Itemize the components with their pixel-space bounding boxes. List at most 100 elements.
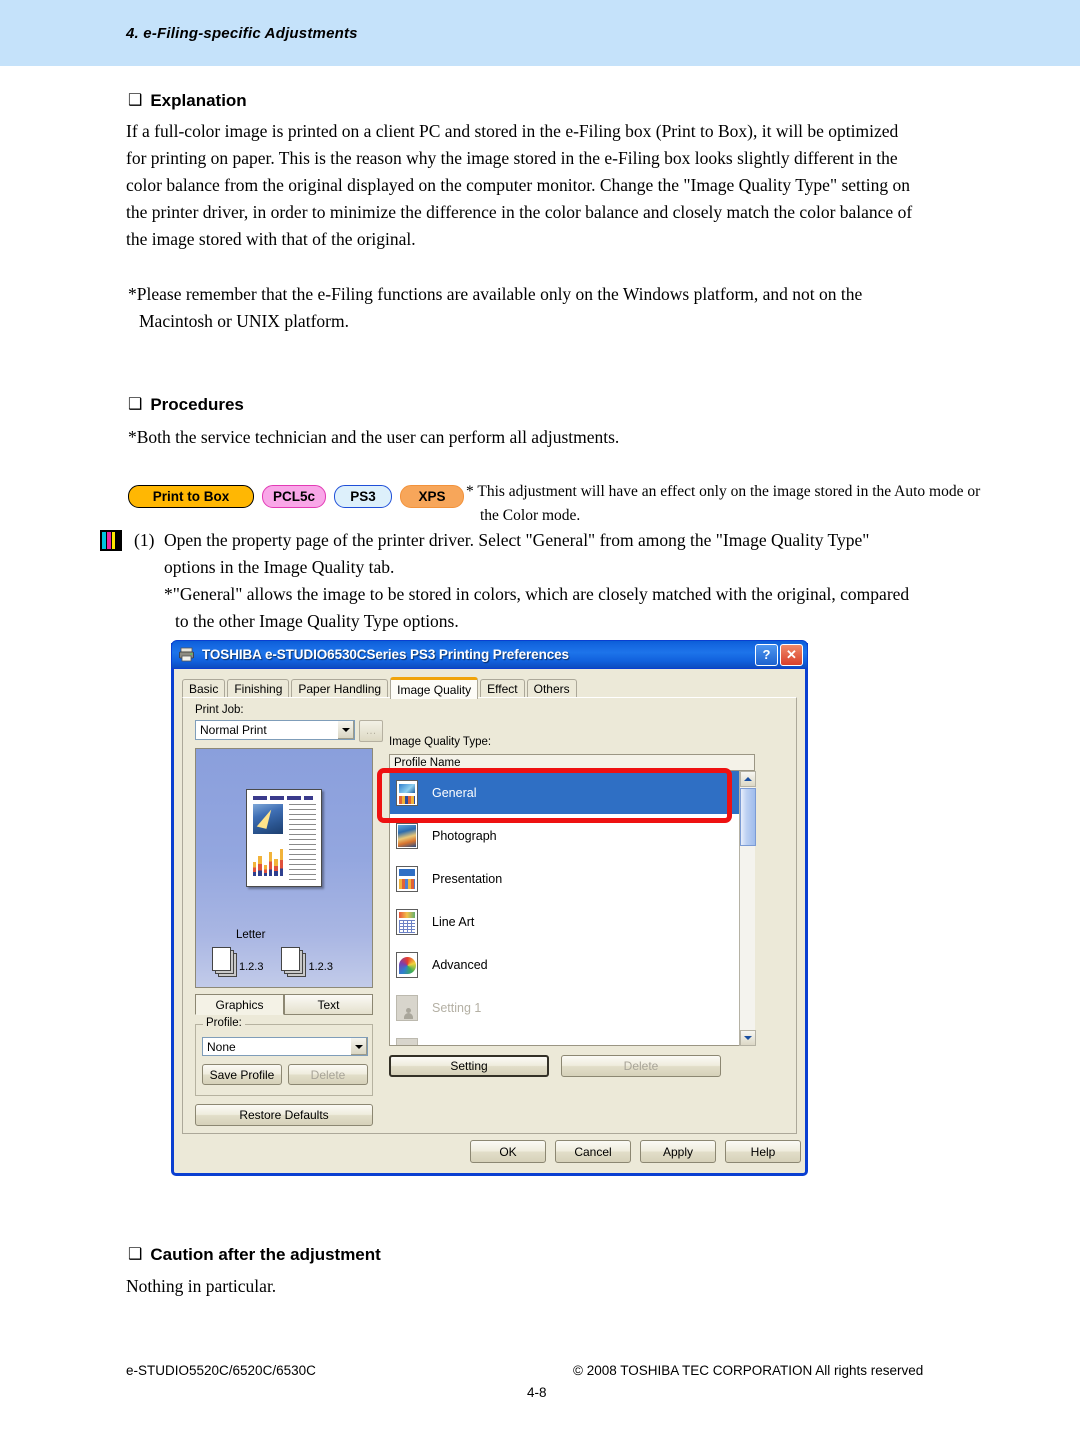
step-line-1: Open the property page of the printer dr… <box>164 530 870 550</box>
chevron-down-icon[interactable] <box>337 721 354 739</box>
explanation-heading: ❑ Explanation <box>128 90 247 111</box>
delete-setting-button: Delete <box>561 1055 721 1077</box>
cancel-button[interactable]: Cancel <box>555 1140 631 1163</box>
explanation-line-5: the image stored with that of the origin… <box>126 229 416 249</box>
explanation-paragraph: If a full-color image is printed on a cl… <box>126 118 966 253</box>
photograph-profile-icon <box>396 822 418 849</box>
footer-right: © 2008 TOSHIBA TEC CORPORATION All right… <box>573 1363 924 1378</box>
dialog-title: TOSHIBA e-STUDIO6530CSeries PS3 Printing… <box>202 647 569 662</box>
explanation-line-3: color balance from the original displaye… <box>126 175 910 195</box>
list-item-label: Photograph <box>432 828 497 843</box>
dialog-titlebar: TOSHIBA e-STUDIO6530CSeries PS3 Printing… <box>171 640 808 669</box>
page-header-band: 4. e-Filing-specific Adjustments <box>0 0 1080 66</box>
tab-paper-handling[interactable]: Paper Handling <box>291 679 389 698</box>
sheet-stack-icon: 1.2.3 <box>212 947 263 973</box>
print-job-options-button[interactable]: … <box>359 720 383 742</box>
step-line-2: options in the Image Quality tab. <box>164 557 395 577</box>
print-job-select[interactable]: Normal Print <box>195 720 355 740</box>
bullet-square-icon: ❑ <box>128 394 143 413</box>
explanation-line-2: for printing on paper. This is the reaso… <box>126 148 898 168</box>
applicability-badge-row: Print to Box PCL5c PS3 XPS <box>128 485 464 508</box>
badge-print-to-box: Print to Box <box>128 485 254 508</box>
caution-heading: ❑ Caution after the adjustment <box>128 1244 381 1265</box>
step-note-line-1: *"General" allows the image to be stored… <box>164 584 910 604</box>
close-icon[interactable]: ✕ <box>780 643 803 666</box>
caution-heading-label: Caution after the adjustment <box>150 1245 381 1264</box>
profile-groupbox: Profile: None Save Profile Delete <box>195 1017 373 1096</box>
list-scrollbar[interactable] <box>739 771 756 1046</box>
list-item-label: Line Art <box>432 914 475 929</box>
step-note: *"General" allows the image to be stored… <box>164 581 974 635</box>
cmyk-color-bar-icon <box>100 530 122 551</box>
graphics-text-toggle: Graphics Text <box>195 994 373 1015</box>
list-item-label: General <box>432 785 477 800</box>
help-text-button[interactable]: Help <box>725 1140 801 1163</box>
explanation-line-4: the printer driver, in order to minimize… <box>126 202 913 222</box>
list-item-setting-2: Setting 2 <box>390 1029 754 1046</box>
help-button[interactable]: ? <box>755 643 778 666</box>
list-item-presentation[interactable]: Presentation <box>390 857 754 900</box>
explanation-note: *Please remember that the e-Filing funct… <box>128 281 968 335</box>
list-item-photograph[interactable]: Photograph <box>390 814 754 857</box>
print-job-label: Print Job: <box>195 704 244 716</box>
list-item-advanced[interactable]: Advanced <box>390 943 754 986</box>
print-job-value: Normal Print <box>200 723 267 737</box>
scroll-up-icon[interactable] <box>740 771 756 787</box>
tab-effect[interactable]: Effect <box>480 679 525 698</box>
procedures-note-line: *Both the service technician and the use… <box>128 427 620 447</box>
list-item-setting-1: Setting 1 <box>390 986 754 1029</box>
explanation-note-line-2: Macintosh or UNIX platform. <box>139 311 349 331</box>
scrollbar-thumb[interactable] <box>740 788 756 846</box>
setting-button[interactable]: Setting <box>389 1055 549 1077</box>
dialog-tabstrip: Basic Finishing Paper Handling Image Qua… <box>182 676 579 699</box>
badge-note: * This adjustment will have an effect on… <box>466 480 980 528</box>
badge-note-line-2: the Color mode. <box>480 507 581 524</box>
tab-image-quality[interactable]: Image Quality <box>390 677 479 699</box>
copy-stack-icons: 1.2.3 1.2.3 <box>212 947 333 973</box>
apply-button[interactable]: Apply <box>640 1140 716 1163</box>
list-column-header: Profile Name <box>389 754 755 771</box>
profile-select[interactable]: None <box>202 1037 368 1056</box>
explanation-line-1: If a full-color image is printed on a cl… <box>126 121 899 141</box>
list-item-label: Setting 1 <box>432 1000 482 1015</box>
tab-graphics[interactable]: Graphics <box>195 994 284 1015</box>
footer-left: e-STUDIO5520C/6520C/6530C <box>126 1363 316 1378</box>
badge-ps3: PS3 <box>334 485 392 508</box>
dialog-titlebar-buttons: ? ✕ <box>755 643 803 666</box>
tab-basic[interactable]: Basic <box>182 679 226 698</box>
printer-icon <box>178 646 196 664</box>
procedures-note: *Both the service technician and the use… <box>128 424 968 451</box>
profile-value: None <box>207 1039 236 1054</box>
image-quality-type-label: Image Quality Type: <box>389 736 492 748</box>
profile-group-label: Profile: <box>203 1017 245 1029</box>
procedures-heading-label: Procedures <box>150 395 244 414</box>
caution-text: Nothing in particular. <box>126 1273 966 1300</box>
bullet-square-icon: ❑ <box>128 90 143 109</box>
preview-document-thumbnail <box>246 789 322 887</box>
scroll-down-icon[interactable] <box>740 1030 756 1046</box>
user-setting-icon <box>396 1037 418 1045</box>
step-note-line-2: to the other Image Quality Type options. <box>175 611 459 631</box>
image-quality-tab-page: Print Job: Normal Print … Letter 1.2.3 1… <box>182 697 797 1134</box>
list-item-label: Presentation <box>432 871 503 886</box>
list-item-label: Setting 2 <box>432 1044 481 1046</box>
badge-note-line-1: * This adjustment will have an effect on… <box>466 483 981 500</box>
restore-defaults-button[interactable]: Restore Defaults <box>195 1104 373 1126</box>
explanation-heading-label: Explanation <box>150 91 247 110</box>
procedures-heading: ❑ Procedures <box>128 394 244 415</box>
save-profile-button[interactable]: Save Profile <box>202 1064 282 1085</box>
user-setting-icon <box>396 994 418 1021</box>
print-preview-pane: Letter 1.2.3 1.2.3 <box>195 748 373 988</box>
tab-others[interactable]: Others <box>526 679 577 698</box>
tab-text[interactable]: Text <box>284 994 373 1015</box>
list-item-line-art[interactable]: Line Art <box>390 900 754 943</box>
paper-size-label: Letter <box>236 929 266 941</box>
printing-preferences-dialog: TOSHIBA e-STUDIO6530CSeries PS3 Printing… <box>171 640 808 1176</box>
list-item-general[interactable]: General <box>390 771 754 814</box>
general-profile-icon <box>396 779 418 806</box>
preview-bar-chart <box>253 846 283 876</box>
chevron-down-icon[interactable] <box>350 1038 367 1055</box>
image-quality-type-list[interactable]: General Photograph Presentation Line Art… <box>389 771 755 1046</box>
tab-finishing[interactable]: Finishing <box>227 679 290 698</box>
ok-button[interactable]: OK <box>470 1140 546 1163</box>
